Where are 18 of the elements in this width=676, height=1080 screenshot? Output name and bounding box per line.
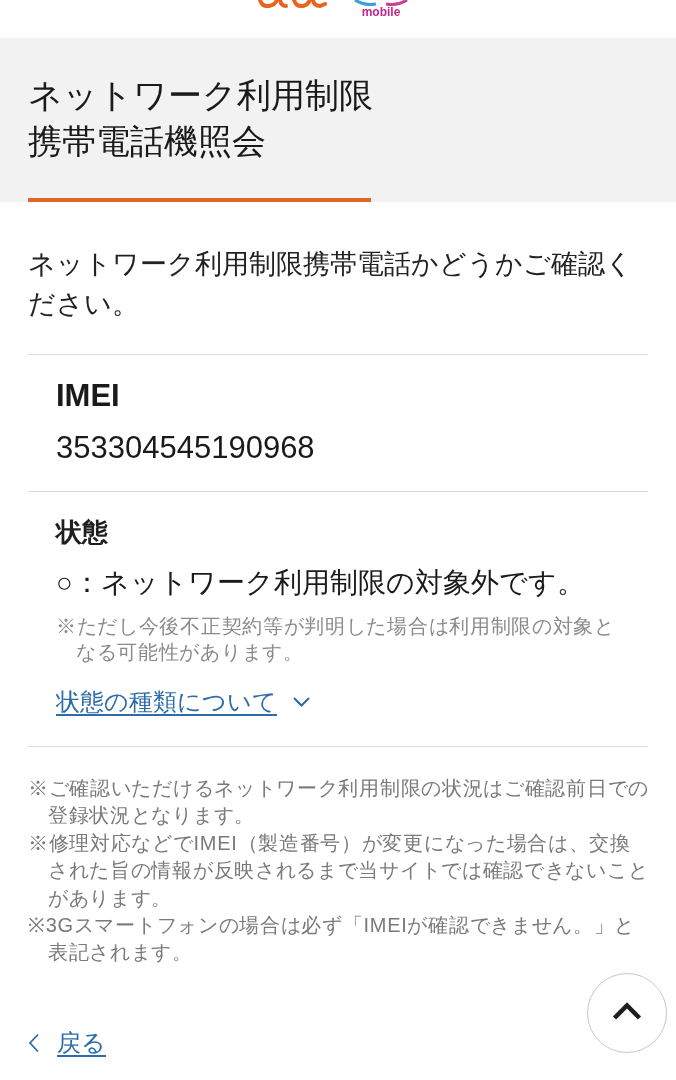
chevron-left-icon — [28, 1032, 39, 1053]
footnote: ※3Gスマートフォンの場合は必ず「IMEIが確認できません。」と表記されます。 — [28, 913, 637, 966]
imei-label: IMEI — [56, 377, 120, 415]
footnote: ※ご確認いただけるネットワーク利用制限の状況はご確認前日での登録状況となります。 — [28, 776, 650, 829]
imei-value: 353304545190968 — [56, 429, 315, 467]
chevron-down-icon — [293, 697, 310, 707]
logo-arc-icon — [354, 0, 408, 6]
status-note: ※ただし今後不正契約等が判明した場合は利用制限の対象となる可能性があります。 — [56, 614, 616, 665]
page-title: ネットワーク利用制限 携帯電話機照会 — [28, 75, 374, 162]
intro-text: ネットワーク利用制限携帯電話かどうかご確認ください。 — [28, 248, 634, 321]
status-label: 状態 — [56, 516, 108, 549]
chevron-up-icon — [612, 1002, 642, 1020]
status-result: ○：ネットワーク利用制限の対象外です。 — [56, 566, 586, 600]
back-link[interactable]: 戻る — [28, 1026, 106, 1059]
footnote: ※修理対応などでIMEI（製造番号）が変更になった場合は、交換された旨の情報が反映されるまで当サイトでは確認できないことがあります。 — [28, 830, 650, 911]
logo-text: mobile — [361, 6, 401, 18]
logo-mark-icon — [258, 0, 328, 8]
status-types-link[interactable]: 状態の種類について — [56, 685, 310, 719]
